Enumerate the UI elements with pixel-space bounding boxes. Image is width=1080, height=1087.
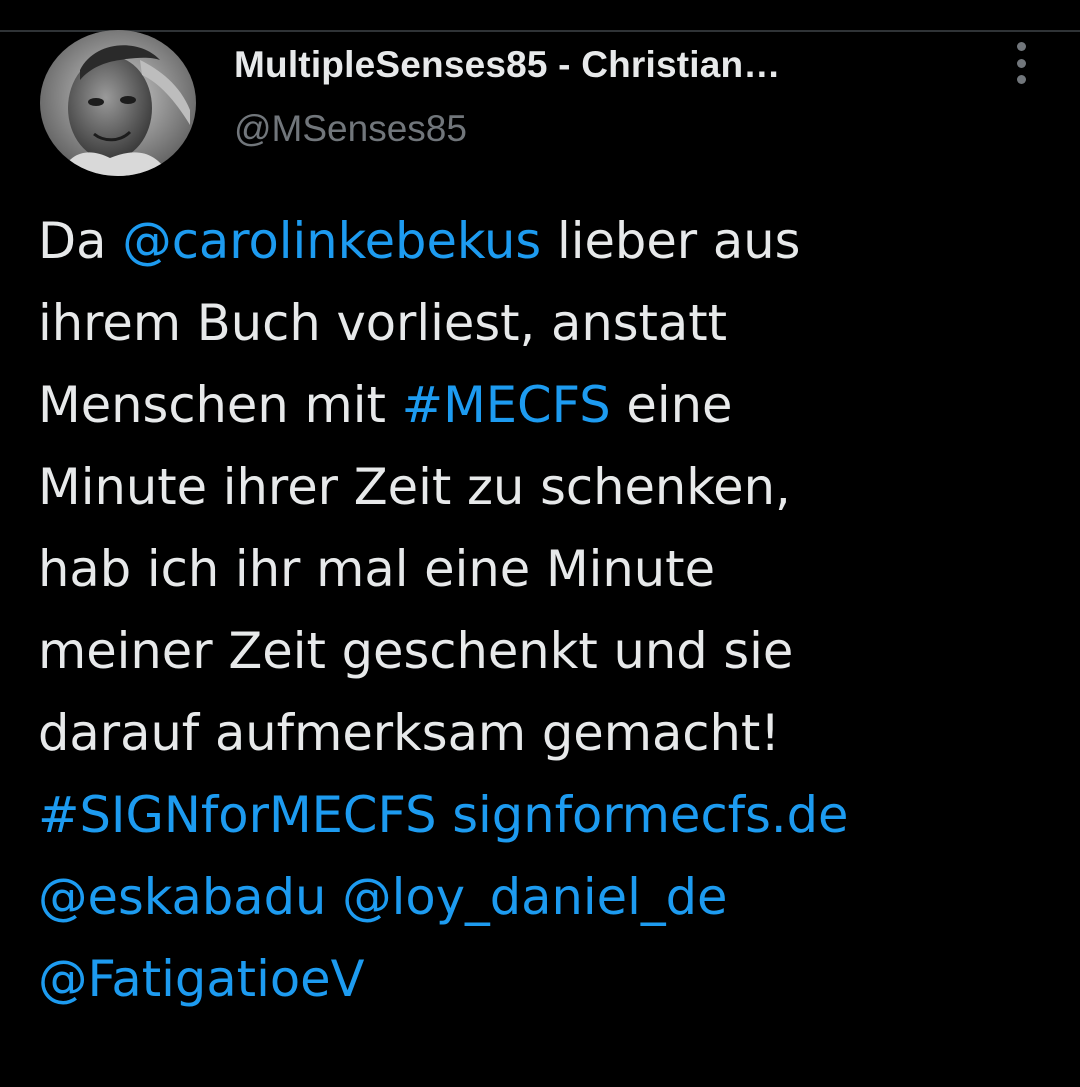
mention-link[interactable]: @loy_daniel_de — [342, 868, 727, 926]
mention-link[interactable]: @eskabadu — [38, 868, 326, 926]
text-segment: Da — [38, 212, 123, 270]
tweet-line: @eskabadu @loy_daniel_de — [38, 856, 1068, 938]
tweet-line: #SIGNforMECFS signformecfs.de — [38, 774, 1068, 856]
mention-link[interactable]: @carolinkebekus — [122, 212, 541, 270]
top-divider — [0, 30, 1080, 32]
text-segment: lieber aus — [541, 212, 801, 270]
more-vertical-icon[interactable] — [1004, 40, 1038, 86]
text-segment: eine — [610, 376, 733, 434]
url-link[interactable]: signformecfs.de — [452, 786, 848, 844]
tweet-line: Menschen mit #MECFS eine — [38, 364, 1068, 446]
text-segment: Menschen mit — [38, 376, 402, 434]
tweet-line: Da @carolinkebekus lieber aus — [38, 200, 1068, 282]
tweet-line: ihrem Buch vorliest, anstatt — [38, 294, 728, 352]
dot — [1016, 42, 1026, 51]
hashtag-link[interactable]: #MECFS — [402, 376, 611, 434]
profile-photo — [40, 30, 196, 176]
author-display-name[interactable]: MultipleSenses85 - Christian… — [234, 44, 781, 86]
mention-link[interactable]: @FatigatioeV — [38, 950, 364, 1008]
tweet-text: Da @carolinkebekus lieber aus ihrem Buch… — [38, 200, 1068, 1020]
dot — [1016, 75, 1026, 84]
tweet-line: meiner Zeit geschenkt und sie — [38, 622, 794, 680]
tweet-line: Minute ihrer Zeit zu schenken, — [38, 458, 791, 516]
author-handle[interactable]: @MSenses85 — [234, 108, 467, 150]
tweet-line: hab ich ihr mal eine Minute — [38, 540, 716, 598]
tweet-line: darauf aufmerksam gemacht! — [38, 704, 781, 762]
hashtag-link[interactable]: #SIGNforMECFS — [38, 786, 437, 844]
avatar[interactable] — [40, 30, 196, 176]
dot — [1016, 58, 1026, 68]
tweet-line: @FatigatioeV — [38, 938, 1068, 1020]
